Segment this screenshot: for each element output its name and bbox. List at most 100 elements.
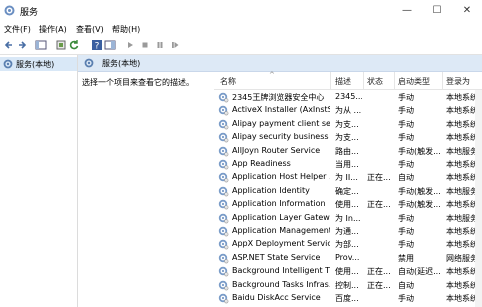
cell-name: Baidu DiskAcc Service (232, 293, 321, 302)
cell-startup-type: 手动 (398, 119, 414, 129)
cell-status: 正在... (367, 267, 391, 277)
table-row[interactable]: Alipay security business s...为支...手动本地系统 (214, 131, 482, 144)
cell-status: 正在... (367, 173, 391, 183)
service-gear-icon (218, 266, 229, 277)
column-header-name[interactable]: 名称 (220, 76, 236, 87)
refresh-icon[interactable] (68, 39, 80, 51)
play-icon[interactable] (124, 39, 136, 51)
service-gear-icon (3, 59, 13, 69)
table-row[interactable]: Application Management 为通... 手动 本地系统 (214, 225, 482, 238)
cell-name: AllJoyn Router Service (232, 145, 321, 155)
cell-name: ASP.NET State Service (232, 252, 321, 262)
minimize-button[interactable]: — (392, 0, 422, 22)
cell-startup-type: 手动 (398, 294, 414, 303)
cell-description: 路由... (335, 146, 359, 156)
services-table: ^ 名称 描述 状态 启动类型 登录为 2345王牌浏览器安全中心 2345...… (214, 71, 482, 307)
table-row[interactable]: ASP.NET State Service Prov... 禁用 网络服务 (214, 252, 482, 265)
column-header-description[interactable]: 描述 (335, 76, 351, 87)
cell-name: Application Host Helper ... (232, 172, 330, 182)
cell-startup-type: 手动 (398, 213, 414, 223)
service-gear-icon (84, 58, 94, 68)
cell-startup-type: 禁用 (398, 253, 414, 263)
back-icon[interactable] (3, 39, 15, 51)
service-gear-icon (218, 213, 229, 223)
cell-description: 为从 ... (335, 106, 362, 116)
menu-file[interactable]: 文件(F) (4, 24, 31, 35)
forward-icon[interactable] (16, 39, 28, 51)
cell-startup-type: 自动 (398, 173, 414, 183)
service-gear-icon (218, 199, 229, 210)
table-row[interactable]: AppX Deployment Servic... 为部... 手动 本地系统 (214, 238, 482, 251)
show-hide-icon[interactable] (104, 39, 116, 51)
pane-header: 服务(本地) (78, 55, 482, 72)
service-gear-icon (218, 146, 229, 156)
cell-description: 为支... (335, 119, 359, 129)
tree-item-services-local[interactable]: 服务(本地) (0, 57, 77, 71)
cell-startup-type: 自动 (398, 280, 414, 290)
cell-description: 确定... (335, 186, 359, 196)
cell-description: 为部... (335, 240, 359, 250)
service-gear-icon (218, 119, 229, 130)
service-gear-icon (218, 293, 229, 304)
cell-description: 使用... (335, 200, 359, 210)
cell-description: 为支... (335, 133, 359, 143)
column-header-startup-type[interactable]: 启动类型 (398, 76, 430, 87)
service-gear-icon (218, 280, 229, 290)
stop-icon[interactable] (139, 39, 151, 51)
service-gear-icon (218, 159, 229, 170)
close-button[interactable]: ✕ (452, 0, 482, 22)
description-text: 选择一个项目来查看它的描述。 (82, 78, 194, 87)
service-gear-icon (218, 240, 229, 250)
menu-action[interactable]: 操作(A) (39, 24, 67, 35)
sort-arrow-icon: ^ (269, 71, 275, 79)
cell-description: 为通... (335, 227, 359, 236)
table-row[interactable]: Background Tasks Infras... 控制... 正在... 自动 本地… (214, 279, 482, 292)
cell-startup-type: 手动 (398, 106, 414, 116)
cell-startup-type: 手动 (398, 93, 414, 102)
cell-description: 2345... (335, 92, 362, 101)
vertical-scrollbar[interactable] (475, 90, 482, 307)
table-row[interactable]: ActiveX Installer (AxInstSV)为从 ...手动本地系统 (214, 104, 482, 117)
cell-description: 使用... (335, 267, 359, 277)
services-app-icon (4, 5, 15, 16)
cell-startup-type: 手动 (398, 133, 414, 143)
table-row[interactable]: Application Information 使用... 正在... 手动(触发..… (214, 198, 482, 211)
cell-startup-type: 手动(触发... (398, 186, 441, 196)
cell-startup-type: 手动(触发... (398, 146, 441, 156)
properties-icon[interactable] (55, 39, 67, 51)
table-header: ^ 名称 描述 状态 启动类型 登录为 (214, 71, 482, 90)
cell-name: Background Intelligent T... (232, 266, 330, 276)
table-row[interactable]: Application Layer Gatewa...为 In...手动本地服务 (214, 212, 482, 225)
maximize-button[interactable]: ☐ (422, 0, 452, 22)
menu-help[interactable]: 帮助(H) (112, 24, 140, 35)
console-tree-icon[interactable] (35, 39, 47, 51)
column-header-logon-as[interactable]: 登录为 (446, 76, 470, 87)
table-row[interactable]: App Readiness 当用... 手动 本地系统 (214, 158, 482, 171)
service-gear-icon (218, 106, 229, 116)
cell-startup-type: 自动(延迟... (398, 267, 441, 277)
table-row[interactable]: Baidu DiskAcc Service 百度... 手动 本地系统 (214, 292, 482, 305)
cell-name: Alipay security business s... (232, 132, 330, 142)
cell-name: Application Identity (232, 185, 310, 195)
cell-name: 2345王牌浏览器安全中心 (232, 93, 325, 102)
table-row[interactable]: Application Identity 确定... 手动(触发... 本地服务 (214, 185, 482, 198)
cell-name: AppX Deployment Servic... (232, 239, 330, 249)
column-header-status[interactable]: 状态 (367, 76, 383, 87)
menu-view[interactable]: 查看(V) (76, 24, 104, 35)
table-row[interactable]: 2345王牌浏览器安全中心 2345... 手动 本地系统 (214, 91, 482, 104)
table-row[interactable]: AllJoyn Router Service 路由... 手动(触发... 本地服务 (214, 145, 482, 158)
service-gear-icon (218, 226, 229, 237)
title-bar: 服务 — ☐ ✕ (0, 0, 482, 22)
help-icon[interactable]: ? (91, 39, 103, 51)
cell-description: 为 II... (335, 173, 358, 183)
service-gear-icon (218, 186, 229, 197)
table-row[interactable]: Alipay payment client sec...为支...手动本地系统 (214, 118, 482, 131)
table-row[interactable]: Background Intelligent T... 使用... 正在... 自动(… (214, 265, 482, 278)
pause-icon[interactable] (154, 39, 166, 51)
service-gear-icon (218, 173, 229, 183)
table-row[interactable]: Application Host Helper ... 为 II... 正在... 自… (214, 171, 482, 184)
menu-bar: 文件(F) 操作(A) 查看(V) 帮助(H) (0, 22, 482, 36)
service-gear-icon (218, 253, 229, 264)
cell-description: 控制... (335, 280, 359, 290)
restart-icon[interactable] (169, 39, 181, 51)
